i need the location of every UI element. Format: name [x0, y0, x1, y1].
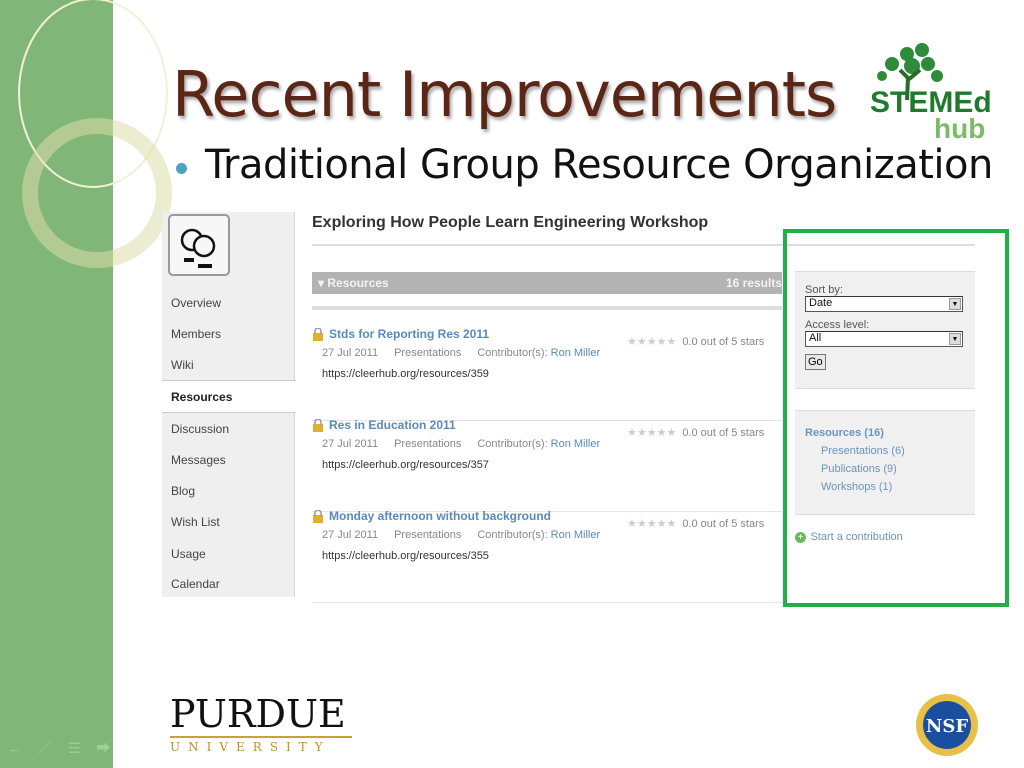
rating: ★★★★★ 0.0 out of 5 stars: [627, 517, 764, 530]
resources-label: Resources: [327, 276, 389, 290]
resource-meta: 27 Jul 2011 Presentations Contributor(s): R…: [322, 347, 600, 359]
collapse-icon: ▾: [318, 276, 328, 290]
divider: [312, 306, 782, 310]
type: Presentations: [394, 529, 462, 541]
nav-blog[interactable]: Blog: [171, 484, 195, 498]
nav-wiki[interactable]: Wiki: [171, 358, 194, 372]
rating: ★★★★★ 0.0 out of 5 stars: [627, 426, 764, 439]
lock-icon: [313, 328, 323, 341]
results-count: 16 results: [725, 276, 782, 290]
resource-url[interactable]: https://cleerhub.org/resources/357: [322, 459, 489, 471]
date: 27 Jul 2011: [322, 438, 379, 450]
svg-text:NSF: NSF: [926, 716, 968, 737]
svg-text:hub: hub: [934, 113, 985, 142]
slide-nav-controls[interactable]: ←／☰➡: [8, 738, 127, 758]
nav-messages[interactable]: Messages: [171, 453, 226, 467]
bullet-dot: [176, 163, 187, 174]
date: 27 Jul 2011: [322, 529, 379, 541]
nav-usage[interactable]: Usage: [171, 547, 206, 561]
stemed-logo: STEMEd hub: [862, 40, 997, 144]
type: Presentations: [394, 438, 462, 450]
contributor-link[interactable]: Ron Miller: [551, 438, 601, 450]
lock-icon: [313, 510, 323, 523]
nav-members[interactable]: Members: [171, 327, 221, 341]
contrib-label: Contributor(s):: [477, 438, 548, 450]
resource-url[interactable]: https://cleerhub.org/resources/359: [322, 368, 489, 380]
resource-title-link[interactable]: Res in Education 2011: [329, 418, 456, 432]
nav-overview[interactable]: Overview: [171, 296, 221, 310]
date: 27 Jul 2011: [322, 347, 379, 359]
contrib-label: Contributor(s):: [477, 347, 548, 359]
nav-discussion[interactable]: Discussion: [171, 422, 229, 436]
group-icon: [168, 214, 230, 276]
resource-url[interactable]: https://cleerhub.org/resources/355: [322, 550, 489, 562]
rating-text: 0.0 out of 5 stars: [682, 518, 765, 530]
nav-resources[interactable]: Resources: [171, 390, 232, 404]
stars-icon: ★★★★★: [627, 336, 677, 348]
resource-item: Stds for Reporting Res 2011 27 Jul 2011 P…: [312, 327, 782, 421]
tree-icon: STEMEd hub: [870, 43, 992, 144]
contributor-link[interactable]: Ron Miller: [551, 529, 601, 541]
bullet-text: Traditional Group Resource Organization: [205, 142, 993, 188]
purdue-logo: PURDUE UNIVERSITY: [170, 694, 352, 754]
group-title: Exploring How People Learn Engineering W…: [312, 214, 709, 231]
lock-icon: [313, 419, 323, 432]
resource-item: Res in Education 2011 27 Jul 2011 Present…: [312, 418, 782, 512]
stars-icon: ★★★★★: [627, 518, 677, 530]
resources-header[interactable]: ▾ Resources 16 results: [312, 272, 782, 294]
rating: ★★★★★ 0.0 out of 5 stars: [627, 335, 764, 348]
decor-ring: [22, 118, 172, 268]
highlight-box: [783, 229, 1009, 607]
stars-icon: ★★★★★: [627, 427, 677, 439]
resource-title-link[interactable]: Monday afternoon without background: [329, 509, 551, 523]
resource-item: Monday afternoon without background 27 J…: [312, 509, 782, 603]
nsf-logo: NSF: [914, 692, 980, 758]
rating-text: 0.0 out of 5 stars: [682, 336, 765, 348]
resource-meta: 27 Jul 2011 Presentations Contributor(s): R…: [322, 438, 600, 450]
type: Presentations: [394, 347, 462, 359]
nav-calendar[interactable]: Calendar: [171, 577, 220, 591]
rating-text: 0.0 out of 5 stars: [682, 427, 765, 439]
contrib-label: Contributor(s):: [477, 529, 548, 541]
slide-title: Recent Improvements: [172, 58, 837, 131]
nav-wish-list[interactable]: Wish List: [171, 515, 220, 529]
resource-title-link[interactable]: Stds for Reporting Res 2011: [329, 327, 489, 341]
contributor-link[interactable]: Ron Miller: [551, 347, 601, 359]
resource-meta: 27 Jul 2011 Presentations Contributor(s): R…: [322, 529, 600, 541]
